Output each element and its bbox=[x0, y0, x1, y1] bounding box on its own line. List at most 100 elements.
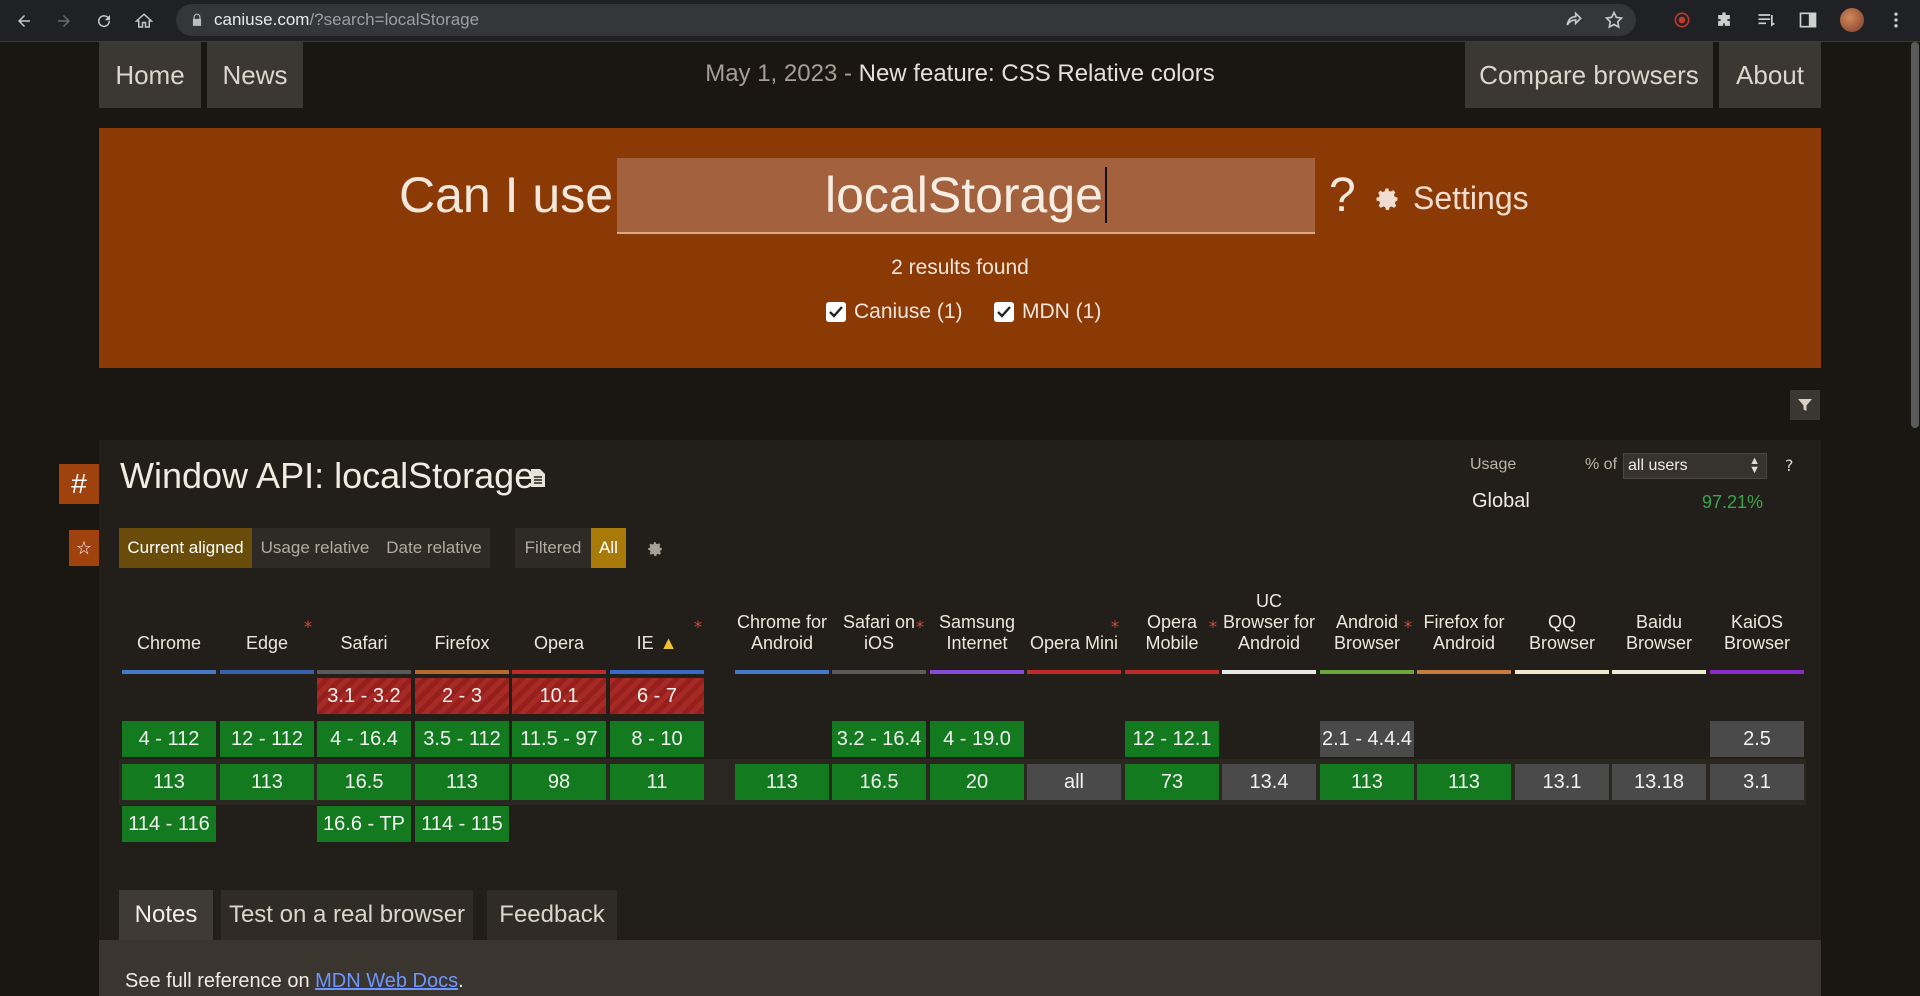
support-cell-chrome-android-current[interactable]: 113 bbox=[735, 764, 829, 800]
forward-icon[interactable] bbox=[48, 5, 80, 37]
support-cell-safari-unsupported[interactable]: 3.1 - 3.2 bbox=[317, 678, 411, 714]
browser-color-bar bbox=[930, 670, 1024, 674]
support-cell-firefox-android-current[interactable]: 113 bbox=[1417, 764, 1511, 800]
back-icon[interactable] bbox=[8, 5, 40, 37]
table-settings-gear-icon[interactable] bbox=[646, 540, 664, 558]
support-cell-firefox-future[interactable]: 114 - 115 bbox=[415, 806, 509, 842]
hero-question-mark: ? bbox=[1329, 169, 1356, 222]
support-cell-opera-mobile-past[interactable]: 12 - 12.1 bbox=[1125, 721, 1219, 757]
tab-notes[interactable]: Notes bbox=[119, 890, 213, 940]
source-caniuse-checkbox[interactable]: Caniuse (1) bbox=[826, 300, 963, 324]
scrollbar-thumb[interactable] bbox=[1911, 42, 1919, 428]
document-icon[interactable] bbox=[530, 468, 546, 488]
support-cell-baidu-browser-current[interactable]: 13.18 bbox=[1612, 764, 1706, 800]
support-cell-opera-mobile-current[interactable]: 73 bbox=[1125, 764, 1219, 800]
checkbox-checked-icon bbox=[994, 302, 1014, 322]
usage-help-link[interactable]: ? bbox=[1785, 456, 1794, 475]
reference-prefix: See full reference on bbox=[125, 970, 316, 992]
star-icon[interactable]: ☆ bbox=[69, 530, 99, 566]
filter-funnel-icon bbox=[1798, 399, 1812, 411]
browser-color-bar bbox=[1417, 670, 1511, 674]
support-cell-android-browser-current[interactable]: 113 bbox=[1320, 764, 1414, 800]
news-text[interactable]: New feature: CSS Relative colors bbox=[859, 60, 1215, 87]
support-cell-kaios-current[interactable]: 3.1 bbox=[1710, 764, 1804, 800]
reference-line: See full reference on MDN Web Docs. bbox=[125, 970, 464, 993]
support-cell-chrome-current[interactable]: 113 bbox=[122, 764, 216, 800]
tab-feedback[interactable]: Feedback bbox=[487, 890, 617, 940]
share-icon[interactable] bbox=[1564, 10, 1584, 30]
support-cell-firefox-past[interactable]: 3.5 - 112 bbox=[415, 721, 509, 757]
support-cell-chrome-past[interactable]: 4 - 112 bbox=[122, 721, 216, 757]
url-host: caniuse.com bbox=[214, 10, 310, 29]
search-input[interactable]: localStorage bbox=[617, 158, 1315, 234]
profile-avatar[interactable] bbox=[1840, 8, 1864, 32]
support-cell-safari-current[interactable]: 16.5 bbox=[317, 764, 411, 800]
support-cell-safari-future[interactable]: 16.6 - TP bbox=[317, 806, 411, 842]
feature-title: Window API: localStorage bbox=[120, 455, 535, 496]
reload-icon[interactable] bbox=[88, 5, 120, 37]
tab-test-on-real-browser[interactable]: Test on a real browser bbox=[221, 890, 473, 940]
browser-name-firefox: Firefox bbox=[434, 633, 490, 653]
source-mdn-checkbox[interactable]: MDN (1) bbox=[994, 300, 1101, 324]
text-caret bbox=[1104, 167, 1107, 223]
browser-color-bar bbox=[1515, 670, 1609, 674]
support-cell-opera-past[interactable]: 11.5 - 97 bbox=[512, 721, 606, 757]
settings-button[interactable]: Settings bbox=[1373, 180, 1529, 217]
support-cell-edge-past[interactable]: 12 - 112 bbox=[220, 721, 314, 757]
browser-name-opera-mobile: Opera Mobile bbox=[1145, 612, 1199, 653]
support-cell-kaios-past[interactable]: 2.5 bbox=[1710, 721, 1804, 757]
view-usage-relative[interactable]: Usage relative bbox=[252, 528, 378, 568]
extensions-puzzle-icon[interactable] bbox=[1714, 10, 1734, 30]
support-cell-samsung-current[interactable]: 20 bbox=[930, 764, 1024, 800]
side-panel-icon[interactable] bbox=[1798, 10, 1818, 30]
support-cell-android-browser-past[interactable]: 2.1 - 4.4.4 bbox=[1320, 721, 1414, 757]
support-cell-ie-unsupported[interactable]: 6 - 7 bbox=[610, 678, 704, 714]
browser-color-bar bbox=[1612, 670, 1706, 674]
browser-color-bar bbox=[1027, 670, 1121, 674]
support-cell-samsung-past[interactable]: 4 - 19.0 bbox=[930, 721, 1024, 757]
view-date-relative[interactable]: Date relative bbox=[378, 528, 490, 568]
filter-button[interactable] bbox=[1790, 390, 1820, 420]
support-cell-firefox-unsupported[interactable]: 2 - 3 bbox=[415, 678, 509, 714]
address-bar[interactable]: caniuse.com/?search=localStorage bbox=[176, 4, 1636, 36]
bookmark-star-icon[interactable] bbox=[1604, 10, 1624, 30]
support-cell-safari-ios-current[interactable]: 16.5 bbox=[832, 764, 926, 800]
support-cell-safari-ios-past[interactable]: 3.2 - 16.4 bbox=[832, 721, 926, 757]
site-nav: Home News May 1, 2023 - New feature: CSS… bbox=[99, 42, 1821, 108]
view-all[interactable]: All bbox=[591, 528, 626, 568]
browser-name-baidu-browser: Baidu Browser bbox=[1625, 612, 1692, 653]
usage-scope-select[interactable]: all users ▲ ▼ bbox=[1623, 453, 1767, 479]
reading-list-icon[interactable] bbox=[1756, 10, 1776, 30]
browser-name-samsung-internet: Samsung Internet bbox=[938, 612, 1016, 653]
usage-scope-value: all users bbox=[1628, 457, 1688, 474]
browser-name-uc-browser: UC Browser for Android bbox=[1222, 591, 1316, 653]
nav-about[interactable]: About bbox=[1719, 42, 1821, 108]
support-cell-chrome-future[interactable]: 114 - 116 bbox=[122, 806, 216, 842]
support-cell-ie-past[interactable]: 8 - 10 bbox=[610, 721, 704, 757]
note-asterisk: * bbox=[1209, 617, 1217, 636]
browser-color-bar bbox=[317, 670, 411, 674]
nav-compare-browsers[interactable]: Compare browsers bbox=[1465, 42, 1713, 108]
home-icon[interactable] bbox=[128, 5, 160, 37]
note-asterisk: * bbox=[1111, 617, 1119, 636]
menu-kebab-icon[interactable] bbox=[1886, 10, 1906, 30]
support-cell-ie-current[interactable]: 11 bbox=[610, 764, 704, 800]
feature-anchor-link[interactable]: # bbox=[59, 464, 99, 504]
browser-name-chrome-android: Chrome for Android bbox=[736, 612, 828, 653]
support-cell-opera-unsupported[interactable]: 10.1 bbox=[512, 678, 606, 714]
view-filtered[interactable]: Filtered bbox=[515, 528, 591, 568]
url-path: /?search=localStorage bbox=[309, 10, 480, 29]
support-cell-qq-browser-current[interactable]: 13.1 bbox=[1515, 764, 1609, 800]
support-cell-opera-current[interactable]: 98 bbox=[512, 764, 606, 800]
browser-name-opera-mini: Opera Mini bbox=[1029, 633, 1119, 653]
support-cell-uc-browser-current[interactable]: 13.4 bbox=[1222, 764, 1316, 800]
extension-record-icon[interactable] bbox=[1672, 10, 1692, 30]
support-cell-edge-current[interactable]: 113 bbox=[220, 764, 314, 800]
support-cell-opera-mini-current[interactable]: all bbox=[1027, 764, 1121, 800]
support-cell-firefox-current[interactable]: 113 bbox=[415, 764, 509, 800]
select-arrows-icon: ▲ ▼ bbox=[1749, 455, 1760, 476]
browser-name-firefox-android: Firefox for Android bbox=[1423, 612, 1505, 653]
mdn-web-docs-link[interactable]: MDN Web Docs bbox=[315, 970, 458, 992]
view-current-aligned[interactable]: Current aligned bbox=[119, 528, 252, 568]
support-cell-safari-past[interactable]: 4 - 16.4 bbox=[317, 721, 411, 757]
